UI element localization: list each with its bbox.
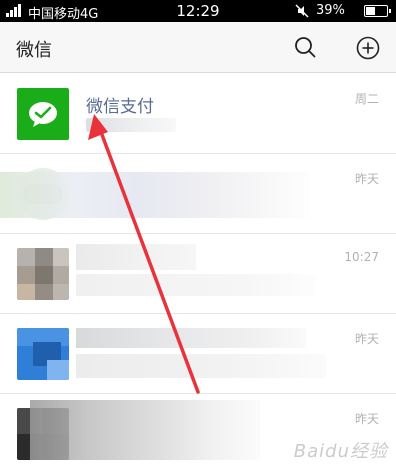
mosaic-block <box>30 400 260 460</box>
chat-item-blurred[interactable]: 10:27 <box>0 234 396 314</box>
chat-time: 昨天 <box>354 172 379 186</box>
battery-percent: 39% <box>316 3 345 18</box>
chat-item-blurred[interactable]: 昨天 <box>0 314 396 394</box>
chat-time: 昨天 <box>354 412 379 426</box>
wechat-screen: 中国移动4G 12:29 39% 微信 微信支付 周二 昨天 10:27 昨天 … <box>0 0 396 469</box>
chat-time: 10:27 <box>344 250 379 264</box>
chat-name: 微信支付 <box>86 97 154 117</box>
chat-time: 昨天 <box>354 332 379 346</box>
chat-time: 周二 <box>354 92 379 106</box>
page-title: 微信 <box>16 40 52 61</box>
mosaic-block <box>76 244 196 270</box>
mosaic-block <box>76 274 316 296</box>
wechat-pay-icon <box>29 102 57 127</box>
status-bar: 中国移动4G 12:29 39% <box>0 0 396 22</box>
mute-icon <box>295 4 309 18</box>
chat-item-wechat-pay[interactable]: 微信支付 周二 <box>0 74 396 154</box>
chat-preview-blurred <box>86 118 176 132</box>
app-header: 微信 <box>0 22 396 73</box>
search-icon[interactable] <box>294 36 316 58</box>
wechat-pay-avatar <box>17 88 69 140</box>
add-icon[interactable] <box>356 36 380 60</box>
mosaic-block <box>76 328 306 348</box>
chat-item-blurred[interactable]: 昨天 <box>0 154 396 234</box>
watermark: Baidu经验 <box>293 441 388 462</box>
avatar-blurred <box>17 328 69 380</box>
chat-list: 微信支付 周二 昨天 10:27 昨天 昨天 <box>0 74 396 469</box>
battery-fill <box>366 7 375 15</box>
battery-icon <box>364 5 391 17</box>
mosaic-block <box>76 354 326 378</box>
mosaic-block <box>0 172 310 218</box>
avatar-blurred <box>17 248 69 300</box>
